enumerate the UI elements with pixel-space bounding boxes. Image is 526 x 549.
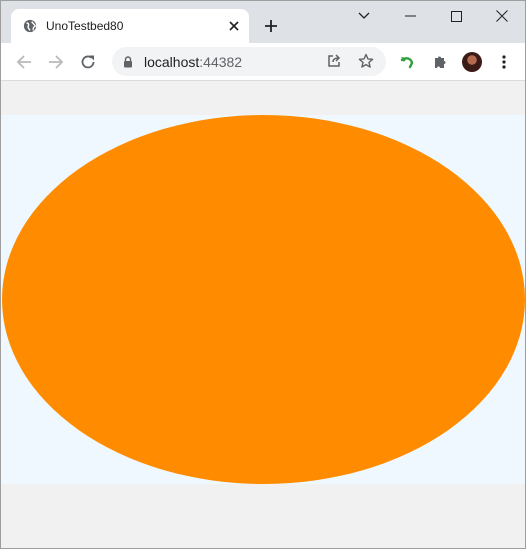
tab-search-chevron-icon[interactable] bbox=[341, 1, 387, 31]
globe-icon bbox=[23, 19, 37, 33]
lock-icon[interactable] bbox=[123, 55, 133, 73]
url-host: localhost bbox=[144, 54, 200, 70]
orange-ellipse bbox=[2, 115, 525, 484]
avatar bbox=[462, 52, 482, 72]
bookmark-star-icon[interactable] bbox=[358, 53, 374, 74]
green-arrow-icon[interactable] bbox=[396, 50, 420, 74]
new-tab-icon[interactable] bbox=[260, 15, 282, 37]
maximize-icon[interactable] bbox=[433, 1, 479, 31]
browser-window: UnoTestbed80 localhost:44382 bbox=[0, 0, 526, 549]
page-content bbox=[1, 81, 525, 548]
tab-title: UnoTestbed80 bbox=[46, 19, 124, 33]
share-icon[interactable] bbox=[326, 53, 342, 74]
close-window-icon[interactable] bbox=[479, 1, 525, 31]
reload-icon[interactable] bbox=[76, 50, 100, 74]
tab-active[interactable]: UnoTestbed80 bbox=[11, 9, 249, 43]
browser-toolbar: localhost:44382 bbox=[1, 43, 525, 81]
url-text: localhost:44382 bbox=[144, 54, 242, 70]
url-port: :44382 bbox=[199, 54, 243, 70]
puzzle-icon[interactable] bbox=[428, 50, 452, 74]
tab-strip: UnoTestbed80 bbox=[1, 1, 525, 43]
forward-arrow-icon[interactable] bbox=[44, 50, 68, 74]
kebab-menu-icon[interactable] bbox=[492, 50, 516, 74]
minimize-icon[interactable] bbox=[387, 1, 433, 31]
profile-avatar[interactable] bbox=[460, 50, 484, 74]
canvas-panel bbox=[1, 115, 525, 484]
back-arrow-icon[interactable] bbox=[12, 50, 36, 74]
address-bar[interactable]: localhost:44382 bbox=[112, 47, 386, 76]
tab-close-icon[interactable] bbox=[225, 17, 243, 35]
